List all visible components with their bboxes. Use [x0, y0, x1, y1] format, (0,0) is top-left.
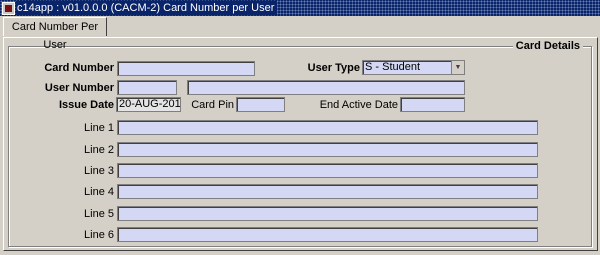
line-5-label: Line 5: [84, 208, 114, 220]
title-bar: c14app : v01.0.0.0 (CACM-2) Card Number …: [0, 0, 600, 16]
card-number-label: Card Number: [44, 62, 114, 74]
group-title: Card Details: [512, 39, 583, 53]
chevron-down-icon[interactable]: ▼: [451, 61, 464, 74]
user-number-field[interactable]: [117, 80, 177, 95]
line-5-field[interactable]: [117, 206, 538, 221]
issue-date-label: Issue Date: [58, 99, 114, 111]
line-2-field[interactable]: [117, 142, 538, 157]
user-type-value: S - Student: [365, 61, 421, 73]
line-4-field[interactable]: [117, 184, 538, 199]
issue-date-field[interactable]: 20-AUG-2010: [116, 97, 181, 112]
app-icon[interactable]: [2, 2, 15, 15]
window-title: c14app : v01.0.0.0 (CACM-2) Card Number …: [16, 1, 278, 15]
user-number-label: User Number: [44, 82, 114, 94]
tab-strip: Card Number Per User: [0, 16, 600, 51]
end-active-date-field[interactable]: [400, 97, 465, 112]
line-3-label: Line 3: [84, 165, 114, 177]
user-name-field[interactable]: [187, 80, 465, 95]
line-6-label: Line 6: [84, 229, 114, 241]
line-1-label: Line 1: [84, 122, 114, 134]
card-pin-field[interactable]: [236, 97, 285, 112]
card-pin-label: Card Pin: [191, 99, 234, 111]
line-6-field[interactable]: [117, 227, 538, 242]
tab-card-number-per-user[interactable]: Card Number Per User: [3, 17, 107, 51]
card-number-field[interactable]: [117, 61, 255, 76]
line-3-field[interactable]: [117, 163, 538, 178]
user-type-label: User Type: [307, 62, 360, 74]
line-2-label: Line 2: [84, 144, 114, 156]
end-active-date-label: End Active Date: [319, 99, 398, 111]
user-type-select[interactable]: S - Student ▼: [362, 60, 465, 75]
line-1-field[interactable]: [117, 120, 538, 135]
line-4-label: Line 4: [84, 186, 114, 198]
